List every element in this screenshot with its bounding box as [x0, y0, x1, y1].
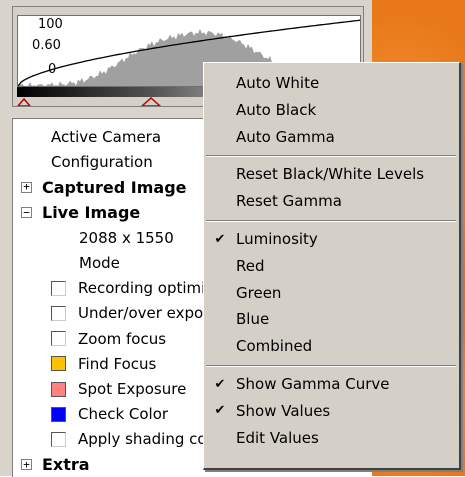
menu-item-label: Luminosity	[236, 230, 318, 248]
menu-item-reset-black-white-levels[interactable]: Reset Black/White Levels	[204, 161, 458, 187]
color-swatch[interactable]	[51, 406, 66, 422]
menu-item-combined[interactable]: Combined	[204, 333, 458, 359]
menu-item-label: Show Values	[236, 401, 331, 420]
tree-row-label: Under/over expo	[78, 304, 204, 323]
tree-row-zoom-focus[interactable]: Zoom focus	[51, 327, 166, 351]
tree-row-spot-exposure[interactable]: Spot Exposure	[51, 377, 186, 401]
menu-item-label: Reset Gamma	[236, 192, 342, 211]
menu-item-label: Auto White	[236, 74, 320, 92]
tree-row-label: Mode	[79, 254, 120, 272]
black-point-handle[interactable]	[17, 97, 31, 107]
menu-item-label: Red	[236, 256, 265, 275]
tree-row-label: Configuration	[51, 153, 153, 172]
tree-row-find-focus[interactable]: Find Focus	[51, 352, 156, 376]
menu-item-label: Show Gamma Curve	[236, 375, 390, 393]
color-swatch[interactable]	[51, 356, 66, 372]
tree-row-recording-optimi[interactable]: Recording optimi	[51, 276, 205, 300]
menu-item-label: Edit Values	[236, 428, 319, 447]
menu-item-show-values[interactable]: ✔ Show Values	[204, 398, 458, 424]
menu-item-luminosity[interactable]: ✔ Luminosity	[204, 226, 458, 252]
tree-row-label: Extra	[42, 455, 90, 475]
histogram-min-label: 0	[48, 62, 57, 77]
menu-item-auto-black[interactable]: Auto Black	[204, 97, 458, 123]
menu-item-label: Reset Black/White Levels	[236, 165, 425, 184]
tree-row-apply-shading-co[interactable]: Apply shading co	[51, 427, 207, 451]
tree-row-live-image[interactable]: − Live Image	[21, 201, 140, 225]
check-icon: ✔	[214, 231, 226, 247]
menu-separator	[206, 155, 456, 158]
tree-row-label: Spot Exposure	[78, 380, 187, 398]
collapse-icon[interactable]: −	[21, 207, 32, 219]
checkbox[interactable]	[51, 305, 66, 321]
menu-separator	[206, 365, 456, 367]
tree-row-label: Captured Image	[42, 177, 187, 197]
tree-row-check-color[interactable]: Check Color	[51, 402, 168, 426]
histogram-max-label: 100	[38, 17, 63, 32]
gamma-handle[interactable]	[141, 97, 162, 107]
checkbox[interactable]	[51, 331, 66, 347]
menu-item-label: Blue	[236, 310, 270, 329]
tree-row-label: Recording optimi	[78, 279, 206, 298]
menu-item-show-gamma-curve[interactable]: ✔ Show Gamma Curve	[204, 371, 458, 397]
menu-item-auto-gamma[interactable]: Auto Gamma	[204, 124, 458, 150]
tree-row-label: Check Color	[78, 405, 169, 424]
menu-item-label: Green	[236, 283, 282, 302]
histogram-context-menu: Auto White Auto Black Auto Gamma Reset Blac…	[203, 62, 461, 470]
tree-row-mode: Mode	[79, 251, 120, 275]
tree-row-2088-x-1550: 2088 x 1550	[79, 226, 174, 250]
check-icon: ✔	[214, 403, 226, 419]
checkbox[interactable]	[51, 280, 66, 296]
checkbox[interactable]	[51, 431, 66, 447]
tree-row-label: Zoom focus	[78, 329, 167, 348]
menu-item-auto-white[interactable]: Auto White	[204, 70, 458, 96]
tree-row-extra[interactable]: + Extra	[21, 453, 90, 477]
menu-item-label: Auto Black	[236, 100, 317, 119]
tree-row-label: Find Focus	[78, 354, 157, 373]
tree-row-label: Active Camera	[51, 128, 162, 146]
color-swatch[interactable]	[51, 381, 66, 397]
expand-icon[interactable]: +	[21, 181, 32, 193]
tree-row-captured-image[interactable]: + Captured Image	[21, 175, 187, 199]
menu-item-edit-values[interactable]: Edit Values	[204, 425, 458, 451]
tree-row-configuration[interactable]: Configuration	[51, 150, 153, 174]
menu-item-label: Combined	[236, 337, 313, 356]
menu-item-green[interactable]: Green	[204, 280, 458, 306]
tree-row-label: Live Image	[42, 203, 141, 223]
menu-separator	[206, 220, 456, 222]
histogram-gamma-label: 0.60	[32, 38, 61, 53]
menu-item-label: Auto Gamma	[236, 127, 335, 146]
tree-row-label: 2088 x 1550	[79, 228, 174, 247]
tree-row-active-camera[interactable]: Active Camera	[51, 125, 161, 149]
expand-icon[interactable]: +	[21, 459, 32, 471]
menu-item-reset-gamma[interactable]: Reset Gamma	[204, 188, 458, 214]
tree-row-label: Apply shading co	[78, 430, 207, 449]
menu-item-blue[interactable]: Blue	[204, 306, 458, 332]
check-icon: ✔	[214, 376, 226, 392]
tree-row-under-over-expo[interactable]: Under/over expo	[51, 301, 203, 325]
menu-item-red[interactable]: Red	[204, 253, 458, 279]
